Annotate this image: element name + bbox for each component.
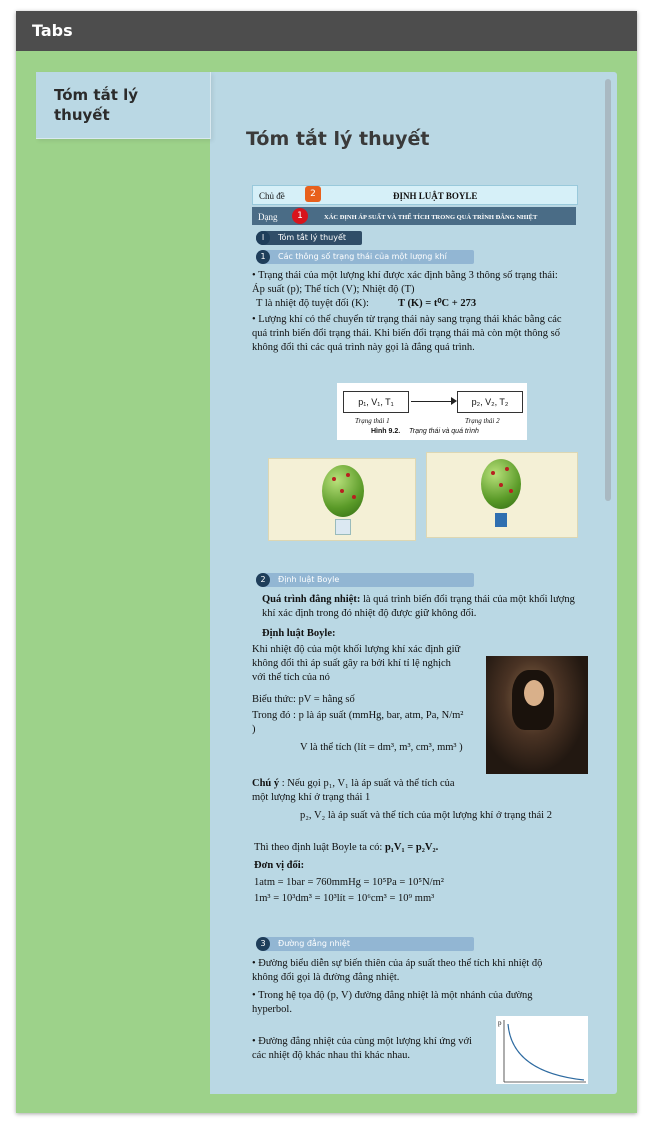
type-banner: Dạng 1 XÁC ĐỊNH ÁP SUẤT VÀ THỂ TÍCH TRON… [252,207,576,225]
chu-de-number: 2 [305,186,321,202]
part-heading: I Tóm tắt lý thuyết [256,231,362,245]
tab-tom-tat-ly-thuyet[interactable]: Tóm tắt lý thuyết [36,72,211,139]
tabs-window: Tabs Tóm tắt lý thuyết Tóm tắt lý thuyết… [16,11,637,1113]
ice-cube [335,519,351,535]
water-beaker [495,513,507,527]
section-2-number: 2 [256,573,270,587]
fig-state-1-box: p₁, V₁, T₁ [343,391,409,413]
balloon-heated-image [426,452,578,538]
section-1-heading: 1 Các thông số trạng thái của một lượng … [256,250,474,264]
s2-where: Trong đó : p là áp suất (mmHg, bar, atm,… [252,710,464,735]
section-1-title: Các thông số trạng thái của một lượng kh… [278,252,447,261]
balloon-shape [481,459,521,509]
chu-de-label: Chủ đề [259,191,285,201]
section-3-title: Đường đẳng nhiệt [278,939,350,948]
figure-state-process: p₁, V₁, T₁ p₂, V₂, T₂ Trạng thái 1 Trạng… [337,383,527,440]
fig-arrow [411,401,455,402]
s2-units-pressure: 1atm = 1bar = 760mmHg = 10⁵Pa = 10⁵N/m² [254,877,444,888]
tab-strip: Tóm tắt lý thuyết [36,72,211,139]
s3-paragraph-3: • Đường đẳng nhiệt của cùng một lượng kh… [252,1036,472,1061]
content-heading: Tóm tắt lý thuyết [246,128,430,150]
s2-volume: V là thể tích (lít = dm³, m³, cm³, mm³ ) [300,742,463,753]
s2-units-title: Đơn vị đổi: [254,860,305,871]
isotherm-curve-svg [503,1020,586,1083]
s2-boyle-law: Thì theo định luật Boyle ta có: p₁V₁ = p… [254,841,438,855]
s1-formula: T (K) = t⁰C + 273 [398,298,477,309]
s2-paragraph-1: Quá trình đẳng nhiệt: là quá trình biến … [262,593,588,621]
dang-title: XÁC ĐỊNH ÁP SUẤT VÀ THỂ TÍCH TRONG QUÁ T… [324,214,538,221]
topic-banner: Chủ đề 2 ĐỊNH LUẬT BOYLE [252,185,578,205]
isotherm-graph: p [496,1016,588,1084]
scrollbar-thumb[interactable] [605,79,611,501]
fig-state-2-box: p₂, V₂, T₂ [457,391,523,413]
s1-paragraph-3: • Lượng khí có thể chuyển từ trạng thái … [252,314,562,353]
section-3-number: 3 [256,937,270,951]
section-2-heading: 2 Định luật Boyle [256,573,474,587]
s2-paragraph-2: Định luật Boyle: [262,628,336,639]
s3-paragraph-1: • Đường biểu diễn sự biến thiên của áp s… [252,958,543,983]
s2-paragraph-3: Khi nhiệt độ của một khối lượng khí xác … [252,644,461,683]
s2-expression: Biểu thức: pV = hằng số [252,694,355,705]
s2-state-2: p₂, V₂ là áp suất và thể tích của một lư… [300,810,552,821]
graph-axis-p: p [498,1019,502,1027]
section-1-number: 1 [256,250,270,264]
balloon-ice-image [268,458,416,541]
s2-boyle-law-formula: p₁V₁ = p₂V₂. [384,842,439,853]
window-titlebar: Tabs [16,11,637,51]
boyle-portrait [486,656,588,774]
part-number: I [256,231,270,245]
chu-de-title: ĐỊNH LUẬT BOYLE [393,191,478,201]
s1-paragraph-1: • Trạng thái của một lượng khí được xác … [252,270,558,295]
s2-note-label: Chú ý [252,778,280,789]
balloon-shape [322,465,364,517]
fig-caption: Trạng thái và quá trình [409,428,479,435]
s3-paragraph-2: • Trong hệ tọa độ (p, V) đường đẳng nhiệ… [252,990,533,1015]
s2-note: Chú ý : Nếu gọi p₁, V₁ là áp suất và thể… [252,777,464,805]
part-title: Tóm tắt lý thuyết [278,233,347,242]
dang-label: Dạng [258,212,278,222]
fig-caption-number: Hình 9.2. [371,428,401,435]
section-2-title: Định luật Boyle [278,575,340,584]
window-title: Tabs [32,21,73,40]
section-3-heading: 3 Đường đẳng nhiệt [256,937,474,951]
s2-boyle-law-text: Thì theo định luật Boyle ta có: [254,842,383,853]
s2-units-volume: 1m³ = 10³dm³ = 10³lít = 10⁶cm³ = 10⁹ mm³ [254,893,435,904]
s2-paragraph-1-term: Quá trình đẳng nhiệt: [262,594,361,605]
s2-note-text: : Nếu gọi p₁, V₁ là áp suất và thể tích … [252,778,455,803]
tab-label: Tóm tắt lý thuyết [54,86,139,124]
dang-number: 1 [292,208,308,224]
s1-paragraph-2: T là nhiệt độ tuyệt đối (K): [256,298,369,309]
panel-gutter [36,139,210,1094]
